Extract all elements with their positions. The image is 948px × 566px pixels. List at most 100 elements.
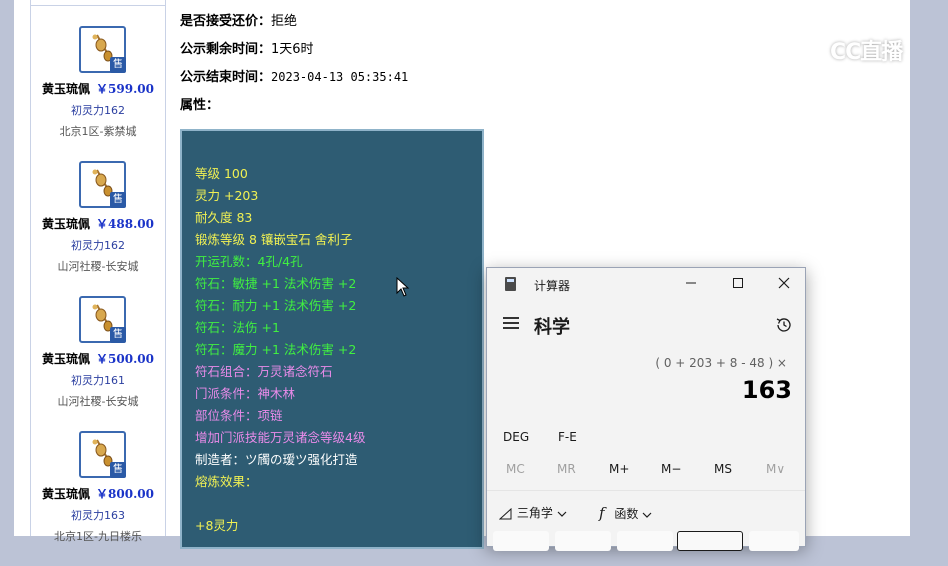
attr-label: 属性：	[180, 98, 220, 113]
item-spirit: 初灵力162	[71, 104, 125, 117]
bargain-value: 拒绝	[271, 14, 298, 29]
end-time-value: 2023-04-13 05:35:41	[271, 70, 409, 84]
attr-line: 门派条件：神木林	[195, 386, 296, 401]
remaining-value: 1天6时	[271, 42, 314, 57]
calculator-titlebar[interactable]: 计算器	[487, 268, 805, 302]
item-price: ￥500.00	[96, 352, 154, 366]
triangle-ruler-icon	[498, 507, 512, 519]
bargain-label: 是否接受还价：	[180, 14, 272, 29]
item-server: 北京1区-紫禁城	[59, 125, 137, 138]
attr-line: 符石：法伤 +1	[195, 320, 280, 335]
item-price: ￥599.00	[96, 82, 154, 96]
listing-item[interactable]: 售 黄玉琉佩 ￥488.00 初灵力162 山河社稷-长安城	[31, 161, 165, 296]
function-icon: f	[599, 504, 605, 522]
sell-tag: 售	[110, 57, 126, 73]
attr-line: 符石组合：万灵诸念符石	[195, 364, 333, 379]
memory-clear-button[interactable]: MC	[506, 462, 525, 476]
calculator-divider	[487, 490, 805, 491]
remaining-row: 公示剩余时间：1天6时	[180, 38, 314, 57]
listing-sidebar: 售 黄玉琉佩 ￥599.00 初灵力162 北京1区-紫禁城 售 黄玉琉佩 ￥488…	[30, 0, 166, 543]
item-thumbnail[interactable]: 售	[79, 161, 126, 208]
watermark-text: CC直播	[830, 40, 903, 65]
attr-line: 制造者：ツ斶の瑷ツ强化打造	[195, 452, 358, 467]
maximize-icon	[733, 278, 743, 288]
cc-logo-icon	[797, 36, 828, 64]
attribute-panel: 等级 100 灵力 +203 耐久度 83 锻炼等级 8 镶嵌宝石 舍利子 开运…	[180, 129, 484, 549]
history-icon[interactable]	[775, 316, 793, 334]
item-server: 山河社稷-长安城	[57, 395, 139, 408]
memory-recall-button[interactable]: MR	[557, 462, 576, 476]
stream-watermark: CC直播	[796, 34, 926, 66]
sell-tag: 售	[110, 462, 126, 478]
listing-item[interactable]: 售 黄玉琉佩 ￥500.00 初灵力161 山河社稷-长安城	[31, 296, 165, 431]
attr-line: 增加门派技能万灵诸念等级4级	[195, 430, 366, 445]
end-time-row: 公示结束时间：2023-04-13 05:35:41	[180, 66, 408, 85]
keypad-row	[487, 528, 805, 551]
item-server: 北京1区-九日楼乐	[54, 530, 142, 543]
attr-line: 锻炼等级 8 镶嵌宝石 舍利子	[195, 232, 353, 247]
keypad-key[interactable]	[617, 531, 673, 551]
keypad-key[interactable]	[493, 531, 549, 551]
maximize-button[interactable]	[724, 273, 752, 297]
item-spirit: 初灵力162	[71, 239, 125, 252]
attr-line: 符石：魔力 +1 法术伤害 +2	[195, 342, 357, 357]
item-thumbnail[interactable]: 售	[79, 26, 126, 73]
function-label: 函数	[614, 507, 639, 521]
listing-item[interactable]: 售 黄玉琉佩 ￥599.00 初灵力162 北京1区-紫禁城	[31, 26, 165, 161]
minimize-icon	[686, 282, 696, 284]
item-name[interactable]: 黄玉琉佩 ￥488.00	[31, 215, 165, 232]
close-icon	[778, 277, 790, 289]
minimize-button[interactable]	[677, 273, 705, 297]
chevron-down-icon	[642, 512, 652, 518]
attr-line: 等级 100	[195, 166, 248, 181]
sell-tag: 售	[110, 192, 126, 208]
attr-line: 耐久度 83	[195, 210, 253, 225]
calculator-expression: ( 0 + 203 + 8 - 48 ) ×	[655, 356, 787, 370]
item-name[interactable]: 黄玉琉佩 ￥599.00	[31, 80, 165, 97]
calculator-window[interactable]: 计算器 科学 ( 0 + 203 + 8 - 48 ) × 163 DEG F-…	[486, 267, 806, 551]
memory-subtract-button[interactable]: M−	[661, 462, 681, 476]
calculator-display: 163	[741, 376, 792, 404]
attr-line: 灵力 +203	[195, 188, 259, 203]
item-thumbnail[interactable]: 售	[79, 431, 126, 478]
end-time-label: 公示结束时间：	[180, 70, 272, 85]
attr-heading-row: 属性：	[180, 94, 219, 113]
memory-store-button[interactable]: MS	[714, 462, 732, 476]
close-button[interactable]	[770, 273, 798, 297]
trigonometry-dropdown[interactable]: 三角学	[498, 504, 567, 521]
keypad-key[interactable]	[555, 531, 611, 551]
attr-line: 符石：耐力 +1 法术伤害 +2	[195, 298, 357, 313]
keypad-key-focused[interactable]	[677, 531, 743, 551]
bargain-row: 是否接受还价：拒绝	[180, 10, 297, 29]
trigonometry-label: 三角学	[516, 506, 553, 520]
attr-line: 熔炼效果：	[195, 474, 258, 489]
item-server: 山河社稷-长安城	[57, 260, 139, 273]
item-spirit: 初灵力161	[71, 374, 125, 387]
memory-add-button[interactable]: M+	[609, 462, 629, 476]
sidebar-divider	[31, 5, 165, 6]
item-name[interactable]: 黄玉琉佩 ￥800.00	[31, 485, 165, 502]
item-spirit: 初灵力163	[71, 509, 125, 522]
attr-line: 部位条件：项链	[195, 408, 283, 423]
sell-tag: 售	[110, 327, 126, 343]
attr-line: 开运孔数：4孔/4孔	[195, 254, 303, 269]
calculator-app-icon	[505, 277, 516, 291]
chevron-down-icon	[557, 511, 567, 517]
remaining-label: 公示剩余时间：	[180, 42, 272, 57]
fe-button[interactable]: F-E	[558, 430, 577, 444]
keypad-key[interactable]	[749, 531, 799, 551]
hamburger-menu-icon[interactable]	[503, 317, 519, 329]
item-thumbnail[interactable]: 售	[79, 296, 126, 343]
calculator-mode-title: 科学	[534, 317, 570, 338]
attr-line: 符石：敏捷 +1 法术伤害 +2	[195, 276, 357, 291]
listing-item[interactable]: 售 黄玉琉佩 ￥800.00 初灵力163 北京1区-九日楼乐	[31, 431, 165, 566]
item-price: ￥800.00	[96, 487, 154, 501]
attr-line: +8灵力	[195, 518, 239, 533]
item-name[interactable]: 黄玉琉佩 ￥500.00	[31, 350, 165, 367]
function-dropdown[interactable]: f 函数	[599, 504, 652, 522]
calculator-title: 计算器	[534, 279, 571, 293]
mouse-cursor-icon	[396, 277, 410, 297]
angle-mode-button[interactable]: DEG	[503, 430, 529, 444]
item-price: ￥488.00	[96, 217, 154, 231]
memory-list-button[interactable]: M∨	[766, 462, 785, 476]
